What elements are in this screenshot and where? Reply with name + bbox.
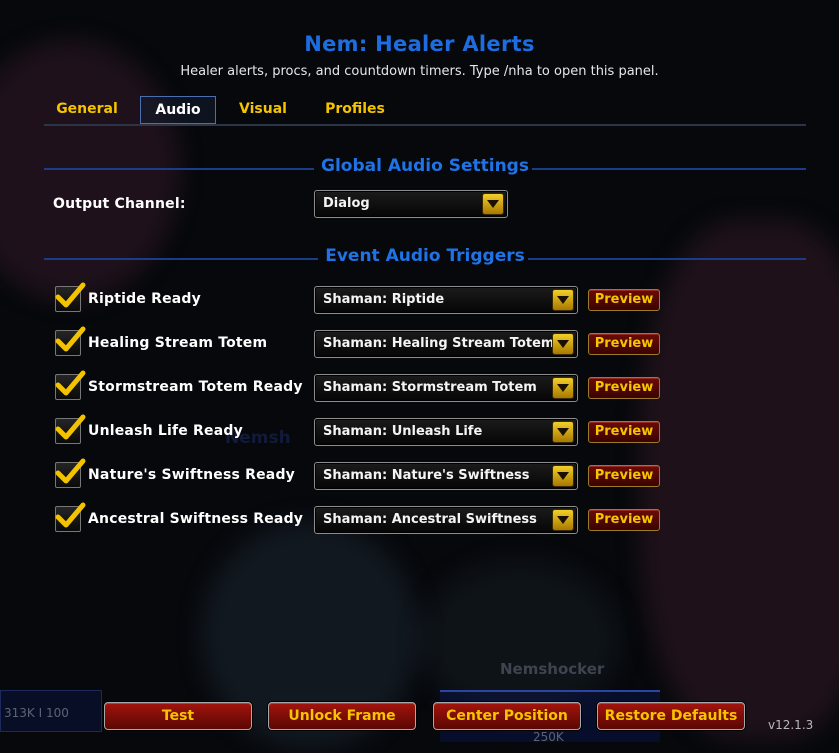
test-button[interactable]: Test (104, 702, 252, 730)
player-health-text: 313K I 100 (4, 706, 69, 720)
event-sound-value: Shaman: Ancestral Swiftness (323, 512, 537, 527)
chevron-down-icon[interactable] (552, 377, 574, 399)
checkmark-icon (55, 370, 86, 396)
preview-button[interactable]: Preview (588, 465, 660, 487)
restore-defaults-button[interactable]: Restore Defaults (597, 702, 745, 730)
center-position-button[interactable]: Center Position (433, 702, 581, 730)
event-label: Stormstream Totem Ready (88, 379, 303, 395)
unlock-frame-button[interactable]: Unlock Frame (268, 702, 416, 730)
chevron-down-icon[interactable] (552, 509, 574, 531)
version-label: v12.1.3 (768, 718, 814, 732)
event-sound-value: Shaman: Healing Stream Totem (323, 336, 555, 351)
preview-button[interactable]: Preview (588, 333, 660, 355)
event-sound-dropdown[interactable]: Shaman: Nature's Swiftness (314, 462, 578, 490)
event-checkbox[interactable] (55, 282, 86, 312)
event-label: Ancestral Swiftness Ready (88, 511, 304, 527)
target-health-text: 250K (533, 730, 564, 744)
panel-title: Nem: Healer Alerts (304, 32, 535, 56)
chevron-down-icon[interactable] (552, 421, 574, 443)
event-sound-dropdown[interactable]: Shaman: Stormstream Totem (314, 374, 578, 402)
checkmark-icon (55, 282, 86, 308)
tab-general[interactable]: General (52, 96, 122, 122)
event-checkbox[interactable] (55, 502, 86, 532)
checkmark-icon (55, 502, 86, 528)
event-label: Healing Stream Totem (88, 335, 268, 351)
global-audio-heading: Global Audio Settings (44, 156, 806, 180)
panel-subtitle: Healer alerts, procs, and countdown time… (180, 64, 659, 79)
output-channel-label: Output Channel: (53, 196, 186, 212)
event-checkbox[interactable] (55, 414, 86, 444)
event-label: Riptide Ready (88, 291, 201, 307)
checkmark-icon (55, 414, 86, 440)
event-sound-dropdown[interactable]: Shaman: Riptide (314, 286, 578, 314)
tab-audio[interactable]: Audio (140, 96, 216, 124)
player-nameplate: Nemshocker (500, 660, 605, 678)
chevron-down-icon[interactable] (552, 333, 574, 355)
chevron-down-icon[interactable] (552, 289, 574, 311)
preview-button[interactable]: Preview (588, 509, 660, 531)
tab-bar: General Audio Visual Profiles (44, 94, 806, 126)
event-sound-value: Shaman: Nature's Swiftness (323, 468, 530, 483)
event-sound-dropdown[interactable]: Shaman: Healing Stream Totem (314, 330, 578, 358)
chevron-down-icon[interactable] (552, 465, 574, 487)
tab-visual[interactable]: Visual (230, 96, 296, 122)
event-audio-heading: Event Audio Triggers (44, 246, 806, 270)
output-channel-value: Dialog (323, 196, 370, 211)
chevron-down-icon[interactable] (482, 193, 504, 215)
event-label: Nature's Swiftness Ready (88, 467, 295, 483)
event-sound-value: Shaman: Riptide (323, 292, 445, 307)
checkmark-icon (55, 326, 86, 352)
global-audio-heading-text: Global Audio Settings (321, 156, 529, 176)
preview-button[interactable]: Preview (588, 289, 660, 311)
event-sound-value: Shaman: Unleash Life (323, 424, 483, 439)
event-sound-dropdown[interactable]: Shaman: Ancestral Swiftness (314, 506, 578, 534)
tab-profiles[interactable]: Profiles (316, 96, 394, 122)
event-sound-dropdown[interactable]: Shaman: Unleash Life (314, 418, 578, 446)
event-audio-heading-text: Event Audio Triggers (325, 246, 525, 266)
event-label: Unleash Life Ready (88, 423, 243, 439)
event-checkbox[interactable] (55, 370, 86, 400)
checkmark-icon (55, 458, 86, 484)
preview-button[interactable]: Preview (588, 377, 660, 399)
event-sound-value: Shaman: Stormstream Totem (323, 380, 537, 395)
preview-button[interactable]: Preview (588, 421, 660, 443)
event-checkbox[interactable] (55, 458, 86, 488)
output-channel-dropdown[interactable]: Dialog (314, 190, 508, 218)
event-checkbox[interactable] (55, 326, 86, 356)
